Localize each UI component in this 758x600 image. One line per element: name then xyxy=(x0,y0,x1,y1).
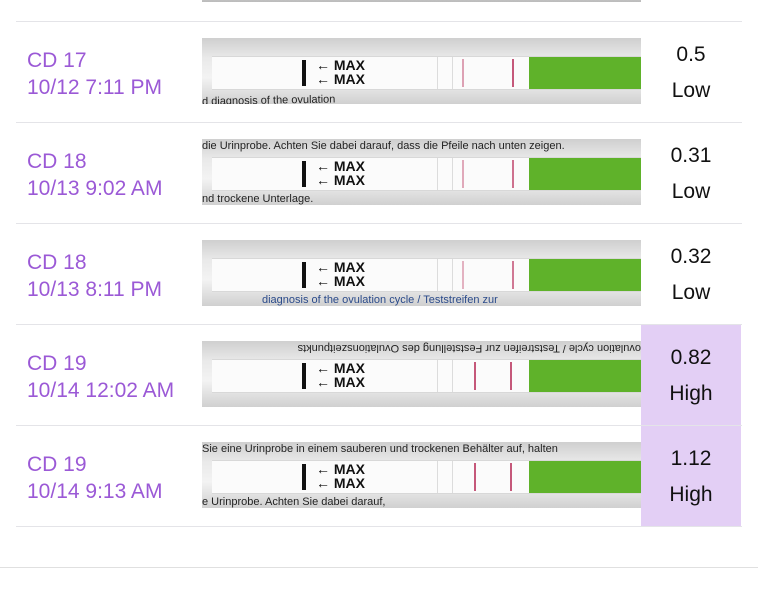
test-strip-photo[interactable]: Sie eine Urinprobe in einem sauberen und… xyxy=(202,442,641,508)
package-print-text: nd trockene Unterlage. xyxy=(202,193,314,205)
package-print-text: ovulation cycle / Teststreifen zur Fests… xyxy=(297,342,641,354)
test-row[interactable]: CD 18 10/13 9:02 AM die Urinprobe. Achte… xyxy=(0,123,758,224)
test-row[interactable]: CD 19 10/14 12:02 AM ovulation cycle / T… xyxy=(0,325,758,426)
test-datetime: 10/14 9:13 AM xyxy=(27,480,163,503)
lh-ratio: 1.12 xyxy=(670,447,712,470)
test-line xyxy=(512,261,514,289)
absorbent-pad xyxy=(529,57,641,89)
lh-ratio: 0.82 xyxy=(670,346,712,369)
test-strip-photo[interactable]: diagnosis of the ovulation cycle / Tests… xyxy=(202,240,641,306)
test-line xyxy=(510,362,512,390)
strip-marker-bar xyxy=(302,464,306,490)
test-datetime: 10/13 8:11 PM xyxy=(27,278,163,301)
test-strip: ← MAX ← MAX xyxy=(212,157,641,191)
package-print-text: diagnosis of the ovulation cycle / Tests… xyxy=(262,294,498,306)
test-date-label: CD 17 10/12 7:11 PM xyxy=(27,47,162,101)
absorbent-pad xyxy=(529,461,641,493)
lh-level: Low xyxy=(671,180,711,203)
strip-max-label: ← MAX ← MAX xyxy=(316,259,366,289)
cycle-day: CD 18 xyxy=(27,150,87,173)
cycle-day: CD 17 xyxy=(27,49,87,72)
row-divider xyxy=(16,526,742,527)
test-strip: ← MAX ← MAX xyxy=(212,359,641,393)
absorbent-pad xyxy=(529,360,641,392)
lh-value-cell: 1.12 High xyxy=(641,426,741,527)
test-strip-photo[interactable]: d diagnosis of the ovulation ← MAX ← MAX xyxy=(202,38,641,104)
control-line xyxy=(462,160,464,188)
package-print-text: e Urinprobe. Achten Sie dabei darauf, xyxy=(202,496,386,508)
cycle-day: CD 19 xyxy=(27,453,87,476)
test-datetime: 10/14 12:02 AM xyxy=(27,379,175,402)
lh-value-cell: 0.82 High xyxy=(641,325,741,426)
lh-value-cell: 0.31 Low xyxy=(641,123,741,224)
lh-ratio: 0.32 xyxy=(670,245,712,268)
previous-test-photo-edge xyxy=(202,0,641,2)
control-line xyxy=(474,463,476,491)
test-date-label: CD 18 10/13 9:02 AM xyxy=(27,148,162,202)
test-strip: ← MAX ← MAX xyxy=(212,56,641,90)
test-row[interactable]: CD 19 10/14 9:13 AM Sie eine Urinprobe i… xyxy=(0,426,758,527)
test-row[interactable]: CD 17 10/12 7:11 PM d diagnosis of the o… xyxy=(0,22,758,123)
strip-marker-bar xyxy=(302,363,306,389)
strip-marker-bar xyxy=(302,262,306,288)
control-line xyxy=(474,362,476,390)
lh-ratio: 0.31 xyxy=(670,144,712,167)
test-line xyxy=(512,59,514,87)
strip-marker-bar xyxy=(302,161,306,187)
lh-ratio: 0.5 xyxy=(676,43,706,66)
test-strip: ← MAX ← MAX xyxy=(212,460,641,494)
lh-value-cell: 0.5 Low xyxy=(641,22,741,123)
test-datetime: 10/13 9:02 AM xyxy=(27,177,163,200)
test-strip-photo[interactable]: ovulation cycle / Teststreifen zur Fests… xyxy=(202,341,641,407)
strip-marker-bar xyxy=(302,60,306,86)
test-strip: ← MAX ← MAX xyxy=(212,258,641,292)
lh-level: High xyxy=(669,382,713,405)
lh-level: High xyxy=(669,483,713,506)
test-line xyxy=(510,463,512,491)
test-line xyxy=(512,160,514,188)
strip-max-label: ← MAX ← MAX xyxy=(316,158,366,188)
control-line xyxy=(462,261,464,289)
test-date-label: CD 19 10/14 12:02 AM xyxy=(27,350,174,404)
package-print-text: Sie eine Urinprobe in einem sauberen und… xyxy=(202,443,558,455)
test-row[interactable]: CD 18 10/13 8:11 PM diagnosis of the ovu… xyxy=(0,224,758,325)
strip-max-label: ← MAX ← MAX xyxy=(316,57,366,87)
test-strip-photo[interactable]: die Urinprobe. Achten Sie dabei darauf, … xyxy=(202,139,641,205)
lh-value-cell: 0.32 Low xyxy=(641,224,741,325)
cycle-day: CD 19 xyxy=(27,352,87,375)
strip-max-label: ← MAX ← MAX xyxy=(316,360,366,390)
test-date-label: CD 18 10/13 8:11 PM xyxy=(27,249,162,303)
strip-max-label: ← MAX ← MAX xyxy=(316,461,366,491)
package-print-text: die Urinprobe. Achten Sie dabei darauf, … xyxy=(202,140,565,152)
lh-level: Low xyxy=(671,281,711,304)
absorbent-pad xyxy=(529,259,641,291)
bottom-separator xyxy=(0,567,758,568)
lh-level: Low xyxy=(671,79,711,102)
cycle-day: CD 18 xyxy=(27,251,87,274)
absorbent-pad xyxy=(529,158,641,190)
control-line xyxy=(462,59,464,87)
test-date-label: CD 19 10/14 9:13 AM xyxy=(27,451,162,505)
test-datetime: 10/12 7:11 PM xyxy=(27,76,163,99)
